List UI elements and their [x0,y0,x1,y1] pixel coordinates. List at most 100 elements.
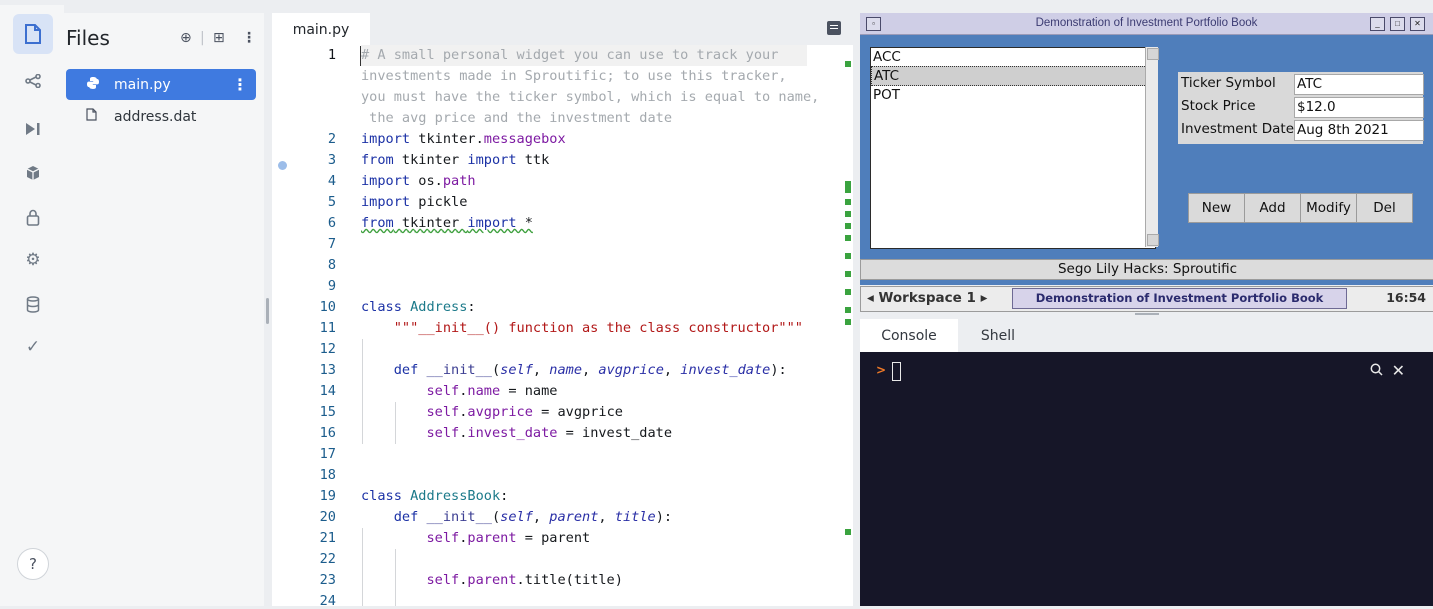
tab-console[interactable]: Console [860,319,958,352]
new-folder-icon[interactable]: ⊞ [213,30,225,46]
line-number: 15 [319,404,336,420]
code-line[interactable]: 6 from tkinter import * [272,213,842,234]
code-line[interactable]: 9 [272,276,842,297]
code-area[interactable]: 1 # A small personal widget you can use t… [272,45,842,606]
checkmark-icon[interactable]: ✓ [20,334,46,360]
code-line[interactable]: 10 class Address: [272,297,842,318]
code-line[interactable]: 7 [272,234,842,255]
code-line[interactable]: 20 def __init__(self, parent, title): [272,507,842,528]
file-label: address.dat [114,108,197,125]
code-line[interactable]: 15 self.avgprice = avgprice [272,402,842,423]
line-number: 19 [319,488,336,504]
code-line[interactable]: 23 self.parent.title(title) [272,570,842,591]
line-number: 20 [319,509,336,525]
code-line[interactable]: 4 import os.path [272,171,842,192]
code-line[interactable]: 14 self.name = name [272,381,842,402]
file-item-address-dat[interactable]: address.dat [66,101,256,132]
line-number: 2 [327,131,336,147]
code-line[interactable]: 11 """__init__() function as the class c… [272,318,842,339]
tk-title-bar[interactable]: ▫ Demonstration of Investment Portfolio … [860,13,1433,35]
listbox-item[interactable]: ATC [871,66,1155,86]
new-file-icon[interactable]: ⊕ [180,30,192,46]
taskbar-window-button[interactable]: Demonstration of Investment Portfolio Bo… [1012,288,1347,309]
date-input[interactable]: Aug 8th 2021 [1294,120,1424,141]
database-icon[interactable] [20,291,46,317]
ticker-listbox[interactable]: ACC ATC POT [870,47,1156,249]
code-line[interactable]: 1 # A small personal widget you can use t… [272,45,842,66]
indent-guide [362,339,363,444]
files-more-icon[interactable]: ⋮ [242,30,256,46]
line-number: 23 [319,572,336,588]
code-line[interactable]: the avg price and the investment date [272,108,842,129]
add-button[interactable]: Add [1244,193,1301,223]
line-code: """__init__() function as the class cons… [393,320,803,336]
editor-tab-bar: main.py [272,13,853,46]
change-marker [845,235,851,241]
code-line[interactable]: 16 self.invest_date = invest_date [272,423,842,444]
change-marker [845,289,851,295]
file-item-main-py[interactable]: main.py ⋮ [66,69,256,100]
code-line[interactable]: 21 self.parent = parent [272,528,842,549]
code-line[interactable]: 12 [272,339,842,360]
scroll-down-arrow[interactable] [1147,234,1159,246]
tab-main-py[interactable]: main.py [272,13,370,46]
file-menu-icon[interactable]: ⋮ [232,75,248,94]
console-resize-handle[interactable] [1135,313,1159,315]
delete-button[interactable]: Del [1356,193,1413,223]
code-line[interactable]: 24 [272,591,842,606]
indent-guide [395,549,396,606]
price-input[interactable]: $12.0 [1294,97,1424,118]
help-button[interactable]: ? [17,548,49,580]
panel-resize-handle[interactable] [266,298,269,324]
close-icon[interactable]: ✕ [1392,361,1405,380]
lock-icon[interactable] [20,204,46,230]
editor-menu-icon[interactable] [827,21,841,35]
listbox-item[interactable]: ACC [871,48,1155,66]
code-line[interactable]: 5 import pickle [272,192,842,213]
code-line[interactable]: 3 from tkinter import ttk [272,150,842,171]
packages-icon[interactable] [20,160,46,186]
listbox-item[interactable]: POT [871,86,1155,104]
files-icon[interactable] [13,14,53,54]
share-icon[interactable] [20,68,46,94]
code-line[interactable]: 8 [272,255,842,276]
workspace-switcher[interactable]: ◂ Workspace 1 ▸ [867,290,987,306]
modify-button[interactable]: Modify [1300,193,1357,223]
prev-workspace-icon[interactable]: ◂ [867,290,874,306]
line-number: 12 [319,341,336,357]
console-output[interactable]: > ✕ [860,352,1433,606]
line-code: investments made in Sproutific; to use t… [361,68,787,84]
line-number: 6 [327,215,336,231]
next-workspace-icon[interactable]: ▸ [981,290,988,306]
code-line[interactable]: you must have the ticker symbol, which i… [272,87,842,108]
code-line[interactable]: investments made in Sproutific; to use t… [272,66,842,87]
change-marker [845,211,851,217]
investment-form: Ticker Symbol ATC Stock Price $12.0 Inve… [1178,72,1424,144]
tab-shell[interactable]: Shell [958,319,1038,352]
code-line[interactable]: 18 [272,465,842,486]
files-title: Files [66,26,110,50]
code-line[interactable]: 17 [272,444,842,465]
close-icon[interactable]: ✕ [1410,17,1425,31]
minimize-icon[interactable]: _ [1370,17,1385,31]
line-number: 8 [327,257,336,273]
tk-window-title: Demonstration of Investment Portfolio Bo… [1035,17,1258,29]
line-code: self.parent.title(title) [426,572,623,588]
code-line[interactable]: 22 [272,549,842,570]
ticker-input[interactable]: ATC [1294,74,1424,95]
status-bar: Sego Lily Hacks: Sproutific [860,259,1433,280]
search-icon[interactable] [1370,363,1383,380]
run-debug-icon[interactable] [20,116,46,142]
code-line[interactable]: 2 import tkinter.messagebox [272,129,842,150]
line-code: self.parent = parent [426,530,591,546]
scroll-up-arrow[interactable] [1147,48,1159,60]
new-button[interactable]: New [1188,193,1245,223]
settings-gear-icon[interactable]: ⚙ [20,247,46,273]
listbox-scrollbar[interactable] [1145,47,1159,247]
maximize-icon[interactable]: □ [1390,17,1405,31]
line-code: you must have the ticker symbol, which i… [361,89,820,105]
code-line[interactable]: 13 def __init__(self, name, avgprice, in… [272,360,842,381]
line-code: self.invest_date = invest_date [426,425,673,441]
code-editor: main.py 1 # A small personal widget you c… [272,13,853,606]
code-line[interactable]: 19 class AddressBook: [272,486,842,507]
